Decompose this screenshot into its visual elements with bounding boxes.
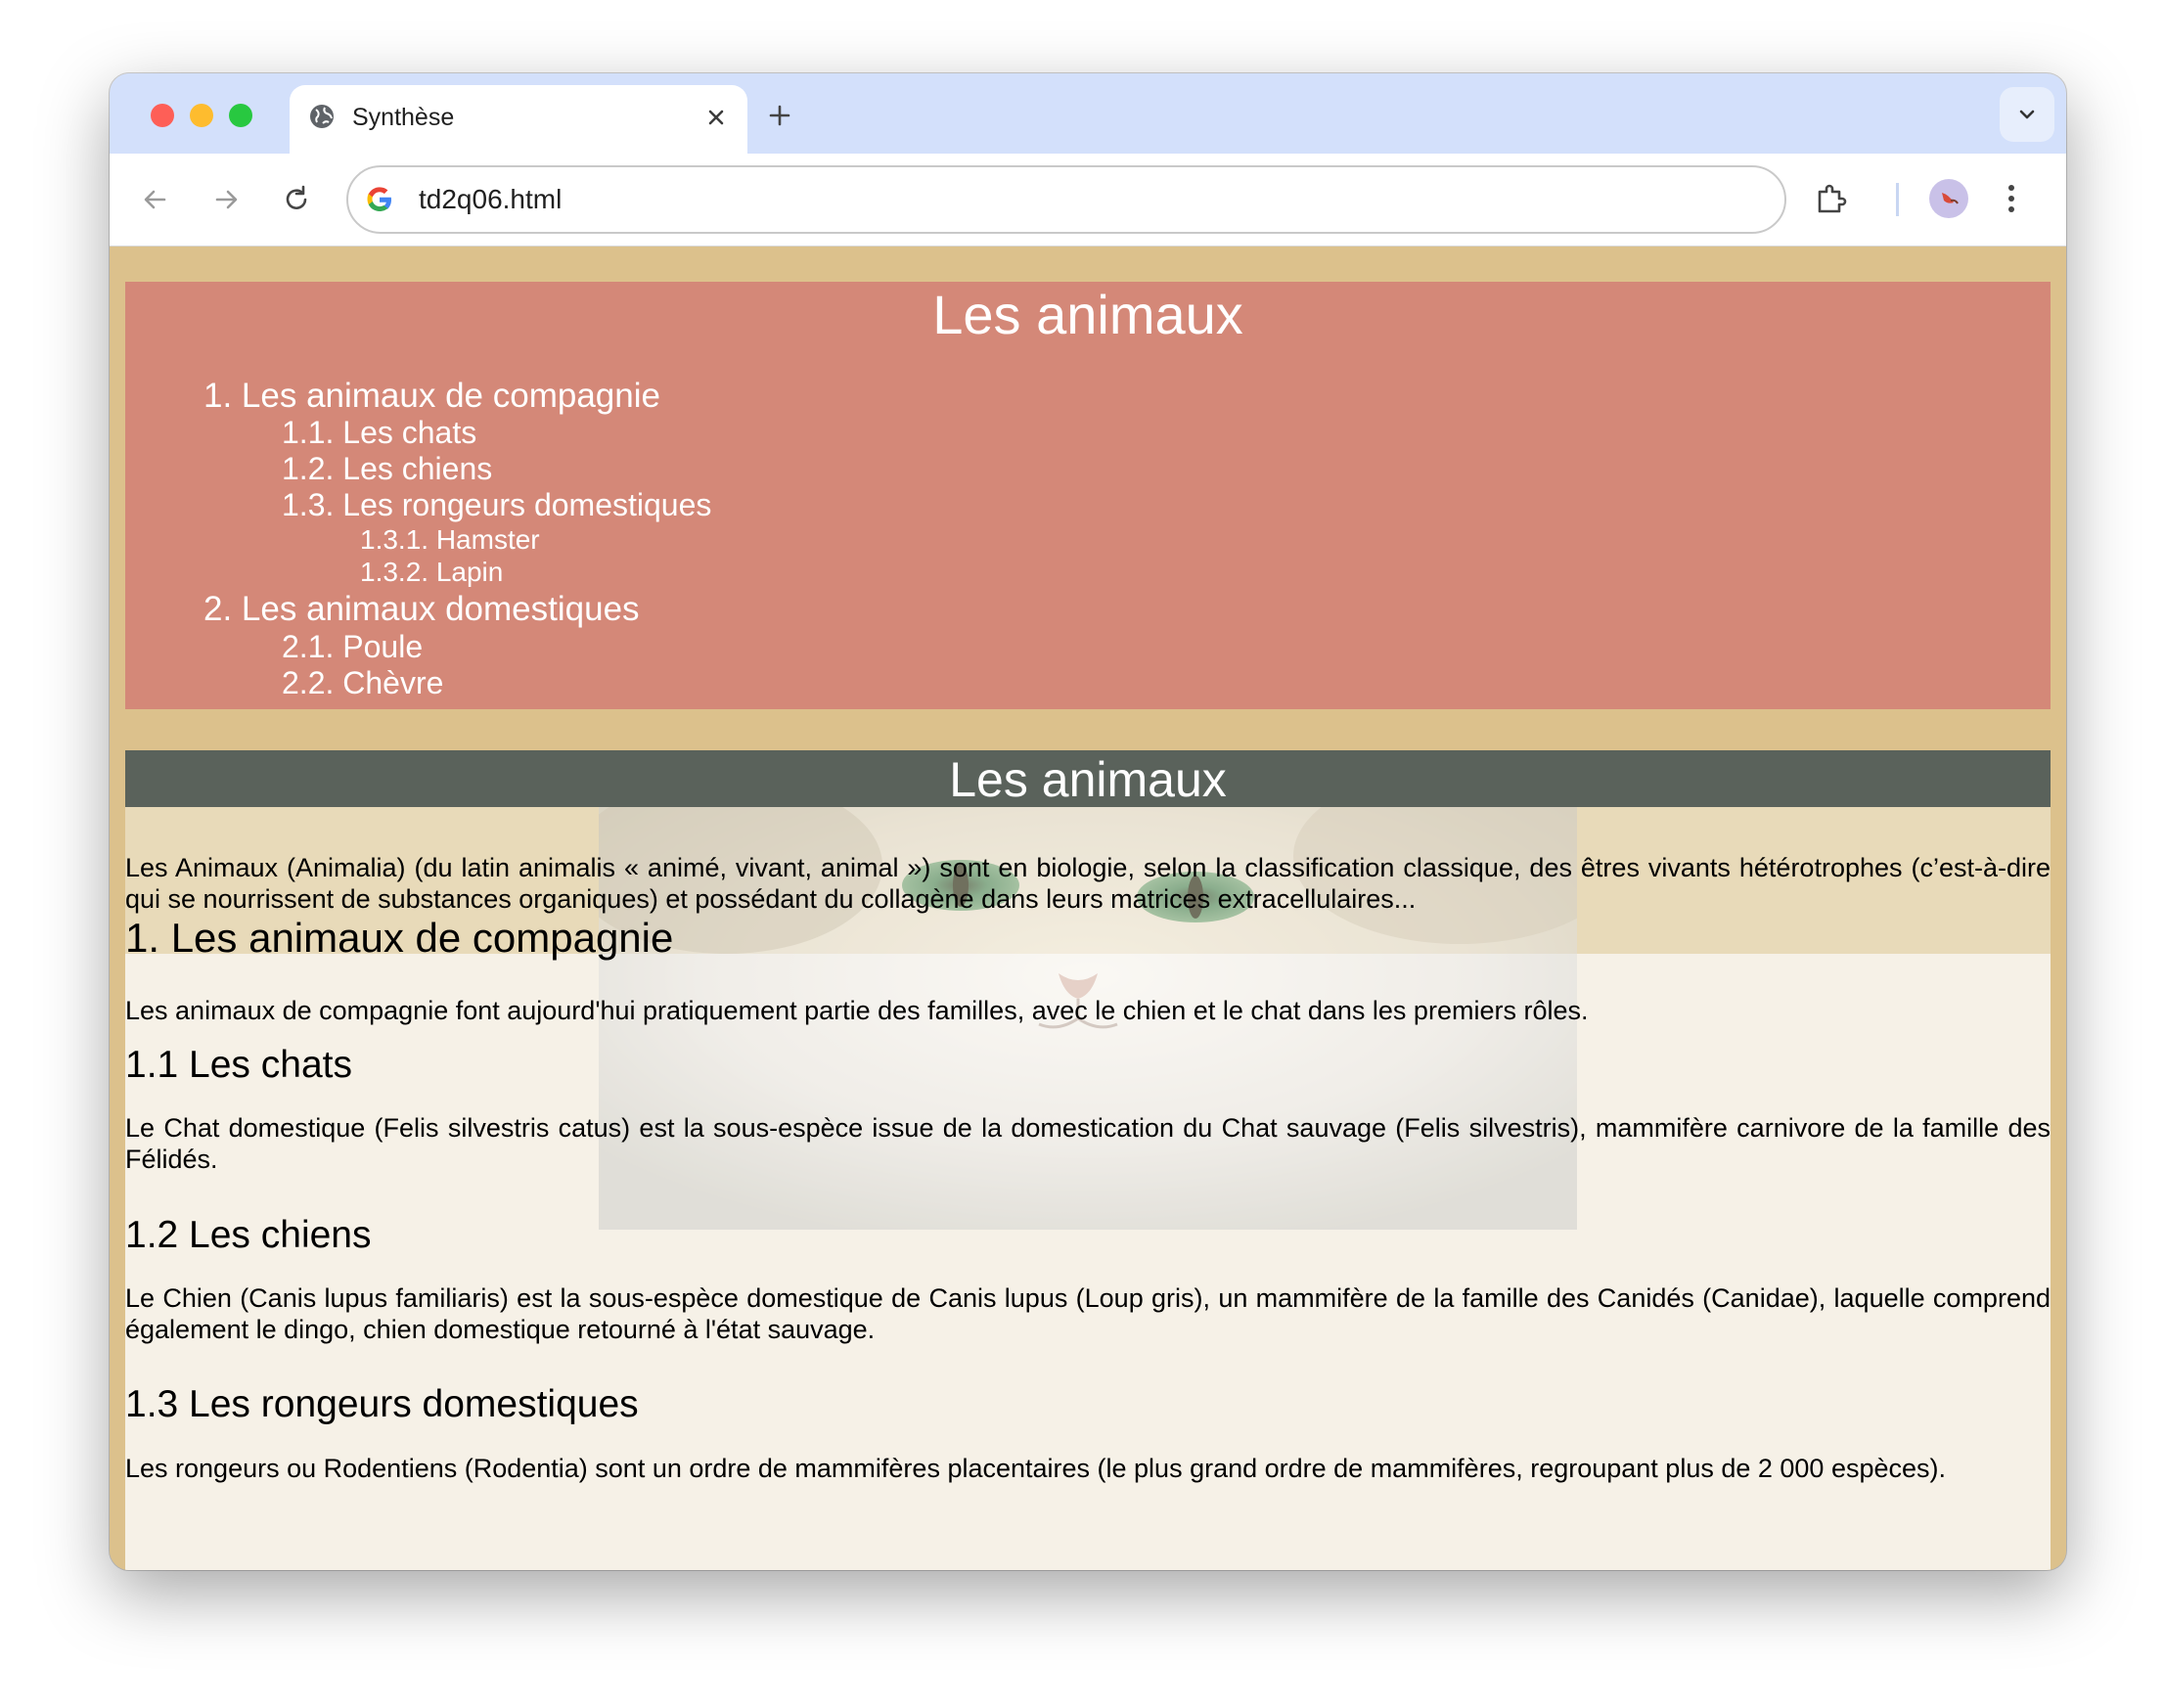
toc-link[interactable]: 1.1. Les chats — [282, 415, 476, 451]
new-tab-icon[interactable] — [763, 99, 796, 132]
subsection-heading: 1.3 Les rongeurs domestiques — [125, 1383, 639, 1425]
bird-icon — [1942, 193, 1959, 204]
maximize-window-button[interactable] — [229, 104, 252, 127]
toc-link[interactable]: 1.3.1. Hamster — [360, 524, 540, 556]
chevron-down-icon — [2019, 110, 2035, 119]
profile-avatar[interactable] — [1929, 179, 1968, 218]
toc-link[interactable]: 2.1. Poule — [282, 629, 423, 665]
extensions-puzzle-icon[interactable] — [1812, 179, 1851, 218]
section-paragraph: Le Chat domestique (Felis silvestris cat… — [125, 1113, 2051, 1174]
back-arrow-icon[interactable] — [137, 181, 174, 218]
table-of-contents: Les animaux 1. Les animaux de compagnie … — [125, 282, 2051, 709]
address-bar[interactable]: td2q06.html — [346, 165, 1786, 234]
toc-link[interactable]: 2. Les animaux domestiques — [203, 590, 640, 629]
section-heading: 1. Les animaux de compagnie — [125, 915, 674, 961]
section-paragraph: Le Chien (Canis lupus familiaris) est la… — [125, 1283, 2051, 1344]
page-viewport: Les animaux 1. Les animaux de compagnie … — [110, 247, 2066, 1570]
forward-arrow-icon[interactable] — [207, 181, 245, 218]
subsection-heading: 1.2 Les chiens — [125, 1214, 372, 1256]
main-article: Les animaux Les Animaux (Animalia) (du l… — [125, 750, 2051, 1570]
tab-strip: Synthèse — [110, 73, 2066, 154]
section-paragraph: Les animaux de compagnie font aujourd'hu… — [125, 996, 1589, 1025]
tab-title: Synthèse — [352, 104, 455, 131]
subsection-heading: 1.1 Les chats — [125, 1044, 352, 1086]
google-icon — [367, 187, 391, 211]
article-title: Les animaux — [125, 750, 2051, 807]
url-text: td2q06.html — [419, 184, 563, 214]
close-tab-icon[interactable] — [702, 104, 730, 131]
minimize-window-button[interactable] — [190, 104, 213, 127]
toc-title: Les animaux — [932, 284, 1243, 345]
toc-link[interactable]: 1.2. Les chiens — [282, 451, 492, 487]
toc-link[interactable]: 2.2. Chèvre — [282, 665, 443, 701]
close-window-button[interactable] — [151, 104, 174, 127]
toolbar-divider — [1896, 183, 1899, 216]
tab-active[interactable]: Synthèse — [290, 85, 747, 154]
toc-link[interactable]: 1.3. Les rongeurs domestiques — [282, 487, 711, 523]
globe-icon — [310, 105, 334, 128]
browser-toolbar: td2q06.html — [110, 154, 2066, 247]
section-paragraph: Les rongeurs ou Rodentiens (Rodentia) so… — [125, 1454, 1946, 1483]
intro-paragraph: Les Animaux (Animalia) (du latin animali… — [125, 853, 2051, 914]
more-menu-icon[interactable] — [2002, 179, 2021, 218]
reload-icon[interactable] — [278, 181, 315, 218]
toc-link[interactable]: 1.3.2. Lapin — [360, 557, 503, 588]
browser-window: Synthèse td2q06.html Les animaux 1. Les … — [110, 73, 2066, 1570]
toc-link[interactable]: 1. Les animaux de compagnie — [203, 377, 660, 416]
tab-search-button[interactable] — [2000, 87, 2054, 142]
